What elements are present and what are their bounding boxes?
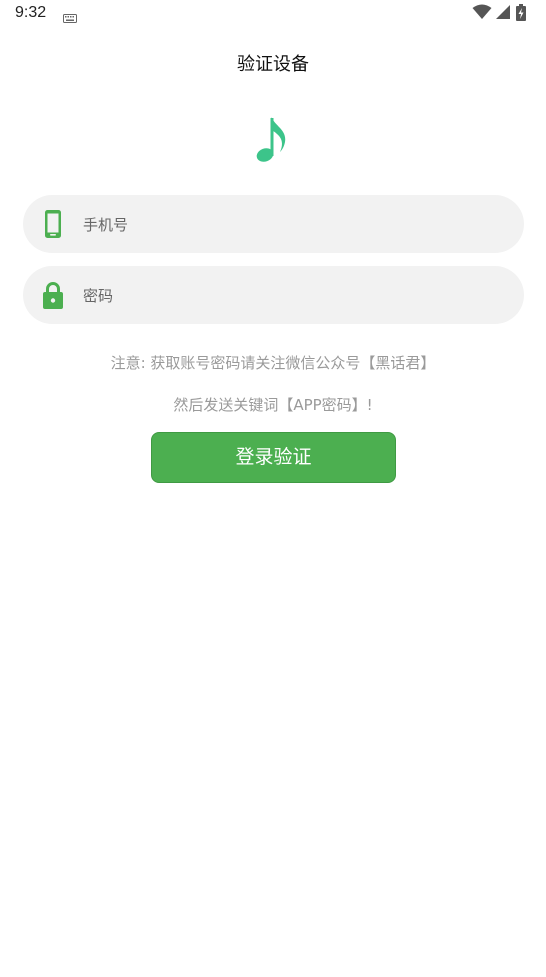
wifi-icon <box>472 4 492 19</box>
notice-text-line1: 注意: 获取账号密码请关注微信公众号【黑话君】 <box>110 354 436 372</box>
login-verify-button[interactable]: 登录验证 <box>151 432 396 483</box>
phone-icon <box>45 210 61 238</box>
status-bar: 9:32 <box>0 0 546 28</box>
password-input[interactable] <box>81 266 505 326</box>
music-note-icon <box>256 117 286 162</box>
device-verification-screen: 9:32 验证设备 手机号 注意: 获取账号密码请关注微信公众号【黑话君】 然后… <box>0 0 546 977</box>
status-icons <box>472 4 532 22</box>
battery-charging-icon <box>516 4 526 21</box>
phone-input-row[interactable] <box>23 195 524 255</box>
keyboard-icon <box>63 8 77 27</box>
status-time: 9:32 <box>15 4 47 21</box>
password-input-row[interactable] <box>23 266 524 326</box>
signal-icon <box>496 5 510 19</box>
phone-input[interactable] <box>81 195 505 255</box>
notice-text-line2: 然后发送关键词【APP密码】! <box>173 396 373 414</box>
page-title: 验证设备 <box>237 54 309 75</box>
lock-icon <box>43 282 63 309</box>
